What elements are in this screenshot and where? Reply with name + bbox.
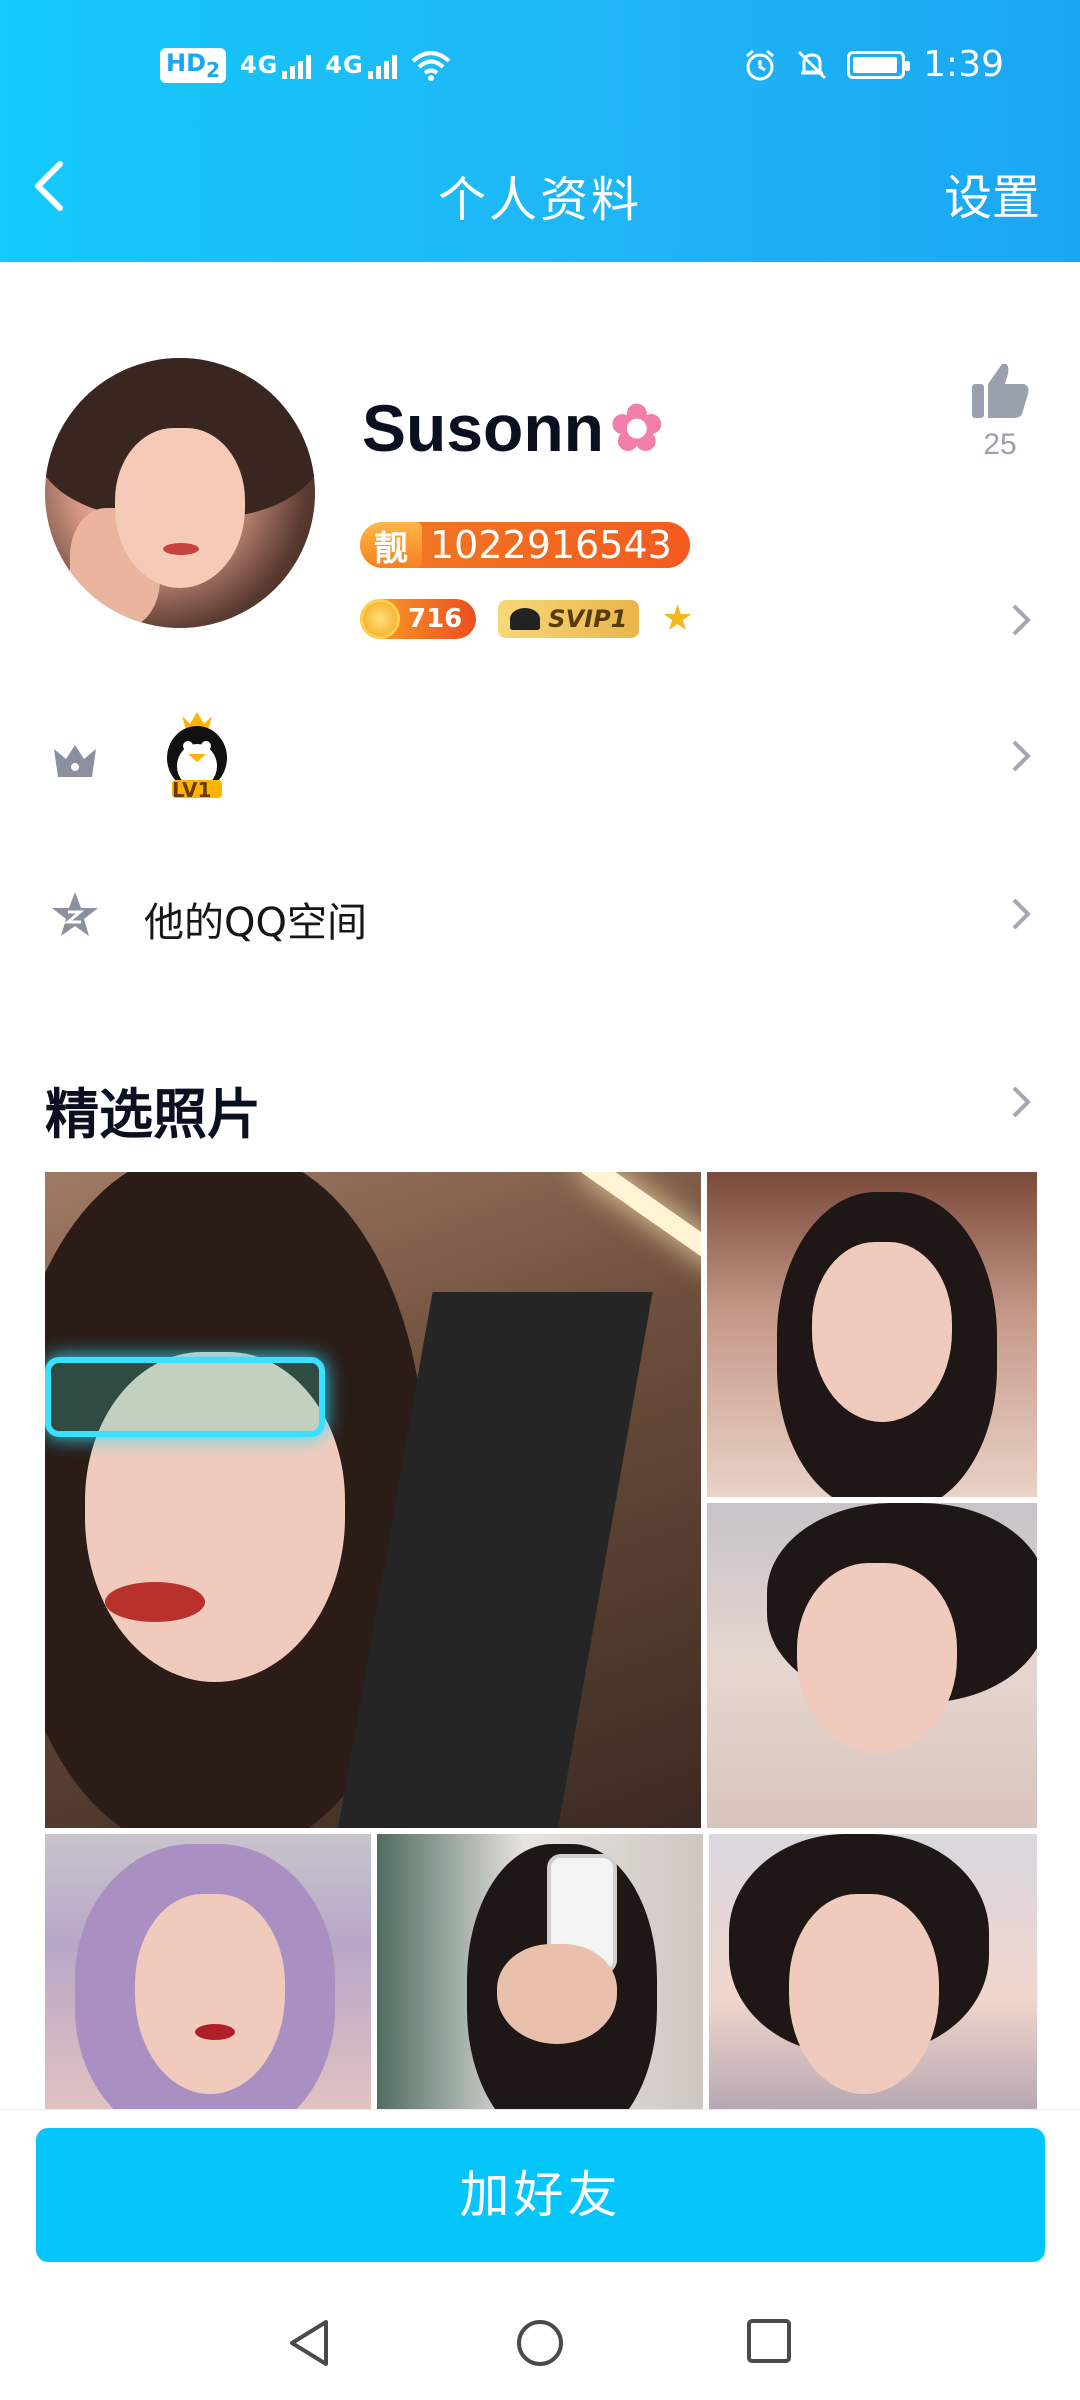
sakura-icon: ✿ xyxy=(610,391,664,464)
pretty-number-tag: 靓 xyxy=(360,522,422,569)
featured-photo-6[interactable] xyxy=(709,1834,1037,2109)
page-title: 个人资料 xyxy=(437,172,642,228)
status-bar: HD2 4G 4G 1:39 xyxy=(0,0,1080,135)
coin-icon xyxy=(360,598,400,639)
status-left: HD2 4G 4G xyxy=(160,48,451,83)
nickname-text: Susonn xyxy=(362,391,604,465)
chevron-right-icon[interactable] xyxy=(1010,738,1032,774)
svip-badge: SVIP1 xyxy=(498,599,640,638)
coin-value: 716 xyxy=(408,603,463,634)
mute-bell-icon xyxy=(798,50,827,79)
hd-badge: HD2 xyxy=(160,48,226,83)
thumbs-up-icon xyxy=(972,363,1029,418)
chevron-right-icon[interactable] xyxy=(1010,1084,1032,1120)
nickname: Susonn ✿ xyxy=(362,390,664,466)
system-nav-bar xyxy=(0,2290,1080,2400)
crown-icon xyxy=(510,607,541,630)
star-icon: ★ xyxy=(661,598,694,639)
svip-label: SVIP1 xyxy=(548,604,628,633)
coin-badge: 716 xyxy=(360,598,477,639)
likes-count: 25 xyxy=(983,428,1017,461)
nav-home-icon[interactable] xyxy=(515,2318,565,2368)
settings-button[interactable]: 设置 xyxy=(944,158,1040,228)
like-button[interactable]: 25 xyxy=(960,358,1040,462)
nav-back-icon[interactable] xyxy=(286,2318,332,2368)
featured-photo-2[interactable] xyxy=(707,1172,1037,1497)
alarm-icon xyxy=(746,49,775,80)
qzone-link[interactable]: 他的QQ空间 xyxy=(144,890,367,948)
qq-number: 1022916543 xyxy=(430,523,672,567)
featured-photo-4[interactable] xyxy=(45,1834,371,2109)
clock-time: 1:39 xyxy=(923,44,1004,85)
battery-icon xyxy=(847,50,911,79)
featured-photos-title: 精选照片 xyxy=(45,1083,261,1146)
chevron-right-icon[interactable] xyxy=(1010,896,1032,932)
signal-sim2-icon: 4G xyxy=(325,51,397,80)
badge-row[interactable]: 716 SVIP1 ★ xyxy=(360,598,694,639)
crown-outline-icon xyxy=(54,745,96,777)
qq-number-badge: 靓 1022916543 xyxy=(360,522,690,569)
chevron-right-icon[interactable] xyxy=(1010,602,1032,638)
qzone-star-icon xyxy=(52,892,98,936)
featured-photo-3[interactable] xyxy=(707,1503,1037,1828)
nav-recents-icon[interactable] xyxy=(746,2318,792,2364)
avatar[interactable] xyxy=(45,358,315,628)
level-label: LV1 xyxy=(172,778,212,802)
add-friend-button[interactable]: 加好友 xyxy=(36,2128,1045,2262)
top-bar: HD2 4G 4G 1:39 个人资料 设置 xyxy=(0,0,1080,262)
status-right: 1:39 xyxy=(743,44,1004,85)
featured-photo-1[interactable] xyxy=(45,1172,701,1828)
featured-photo-5[interactable] xyxy=(377,1834,703,2109)
signal-sim1-icon: 4G xyxy=(240,51,312,80)
wifi-icon xyxy=(411,51,451,82)
